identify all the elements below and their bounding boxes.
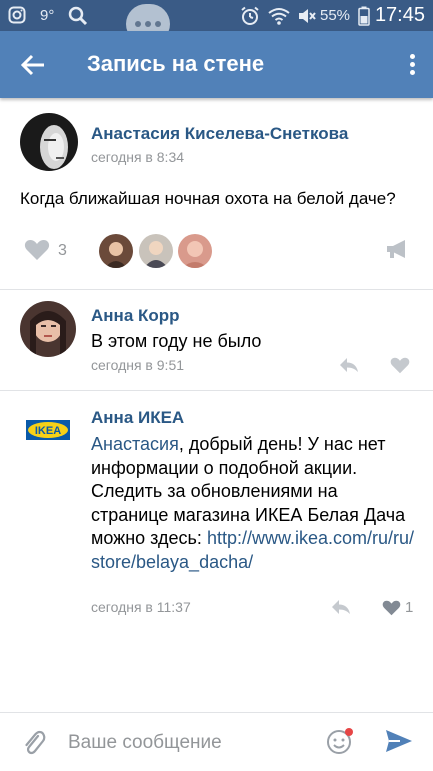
comment-author-name[interactable]: Анна ИКЕА <box>91 408 184 428</box>
liker-avatar[interactable] <box>176 232 214 270</box>
status-bar: 9° 55% 17:45 <box>0 0 433 31</box>
mute-icon <box>299 9 316 23</box>
comment-text: Анастасия, добрый день! У нас нет информ… <box>91 433 417 574</box>
ikea-logo[interactable]: IKEA <box>26 420 70 440</box>
like-heart-icon[interactable] <box>24 239 50 261</box>
paperclip-icon[interactable] <box>22 729 46 757</box>
app-toolbar: Запись на стене <box>0 31 433 98</box>
post-author-avatar[interactable] <box>20 113 78 171</box>
wifi-icon <box>268 8 290 25</box>
instagram-icon <box>8 6 26 24</box>
page-title: Запись на стене <box>87 51 265 76</box>
divider <box>0 390 433 391</box>
send-icon[interactable] <box>385 729 413 753</box>
post-author-name[interactable]: Анастасия Киселева-Снеткова <box>91 124 348 144</box>
comment-author-avatar[interactable] <box>20 301 76 357</box>
post-text: Когда ближайшая ночная охота на белой да… <box>20 189 396 208</box>
clock: 17:45 <box>374 4 425 26</box>
liker-avatar[interactable] <box>137 232 175 270</box>
divider <box>0 289 433 290</box>
temperature-text: 9° <box>40 7 55 24</box>
message-input[interactable] <box>68 729 308 757</box>
post-like-count: 3 <box>58 242 67 259</box>
comment-like-count: 1 <box>405 599 414 616</box>
comment-time: сегодня в 11:37 <box>91 599 191 615</box>
battery-icon <box>358 6 370 26</box>
comment-time: сегодня в 9:51 <box>91 357 185 373</box>
like-heart-icon[interactable] <box>390 357 410 374</box>
comment-author-name[interactable]: Анна Корр <box>91 306 180 326</box>
liker-avatar[interactable] <box>97 232 135 270</box>
like-heart-icon[interactable] <box>382 600 401 616</box>
ikea-logo-text: IKEA <box>35 425 61 437</box>
battery-percent: 55% <box>320 7 351 24</box>
mention-link[interactable]: Анастасия <box>91 434 179 454</box>
more-vertical-icon[interactable] <box>405 49 419 81</box>
smiley-icon[interactable] <box>326 727 354 755</box>
search-icon <box>68 6 88 26</box>
alarm-icon <box>241 6 259 25</box>
message-composer <box>0 712 433 771</box>
post-time: сегодня в 8:34 <box>91 149 185 165</box>
reply-icon[interactable] <box>331 599 351 615</box>
comment-text: В этом году не было <box>91 331 262 351</box>
megaphone-icon[interactable] <box>385 237 409 261</box>
reply-icon[interactable] <box>339 357 359 373</box>
arrow-left-icon[interactable] <box>14 47 52 83</box>
